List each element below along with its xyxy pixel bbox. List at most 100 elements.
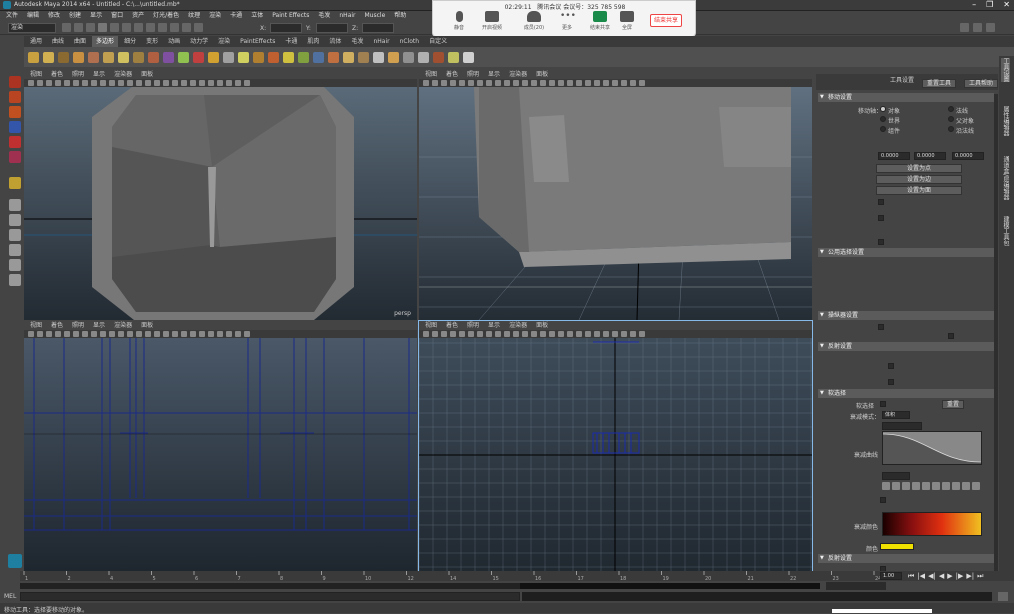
shelf-tab-7[interactable]: 动力学 [186,36,212,47]
select-hierarchy-icon[interactable] [98,23,107,32]
select-component-icon[interactable] [122,23,131,32]
play-back-icon[interactable]: ◀ [939,572,944,581]
command-input[interactable] [20,592,520,601]
axis-y-field[interactable]: 0.0000 [914,152,946,160]
radio-world[interactable] [880,116,886,122]
play-forward-icon[interactable]: ▶ [947,572,952,581]
menu-7[interactable]: 灯光/着色 [153,11,179,21]
preset-7-icon[interactable] [942,482,950,490]
more-button[interactable]: ••• 更多 [555,11,579,35]
menu-14[interactable]: nHair [339,11,355,21]
menu-13[interactable]: 毛发 [318,11,330,21]
section-reflect[interactable]: 反射设置 [818,342,994,351]
shelf-tab-14[interactable]: nHair [369,36,393,47]
shelf-tool-7-icon[interactable] [133,51,144,63]
viewport-menu-item[interactable]: 照明 [467,321,479,330]
shelf-tool-14-icon[interactable] [238,51,249,63]
set-to-point-button[interactable]: 设置为点 [876,164,962,173]
fullscreen-button[interactable]: 全屏 [615,11,639,35]
shelf-tool-17-icon[interactable] [283,51,294,63]
layout-side-icon[interactable] [9,229,21,241]
shelf-tab-1[interactable]: 曲线 [48,36,68,47]
lasso-tool-icon[interactable] [9,91,21,103]
shelf-tool-3-icon[interactable] [73,51,84,63]
radio-component[interactable] [880,126,886,132]
axis-x-field[interactable]: 0.0000 [878,152,910,160]
shelf-tool-11-icon[interactable] [193,51,204,63]
viewport-menu-item[interactable]: 面板 [141,70,153,79]
select-object-icon[interactable] [110,23,119,32]
viewport-front[interactable]: 视图 着色 照明 显示 渲染器 面板 [24,321,417,571]
preset-10-icon[interactable] [972,482,980,490]
scale-tool-icon[interactable] [9,151,21,163]
tweak-mode-checkbox[interactable] [878,215,884,221]
viewport-menu-item[interactable]: 面板 [536,70,548,79]
x-field[interactable] [270,23,302,33]
share-button[interactable]: 结束共享 [588,11,612,35]
mute-button[interactable]: 静音 [447,11,471,35]
menu-10[interactable]: 卡通 [230,11,242,21]
paint-select-icon[interactable] [9,106,21,118]
axis-z-field[interactable]: 0.0000 [952,152,984,160]
set-to-edge-button[interactable]: 设置为边 [876,175,962,184]
preset-5-icon[interactable] [922,482,930,490]
shelf-tab-2[interactable]: 曲面 [70,36,90,47]
shelf-tab-0[interactable]: 通用 [26,36,46,47]
viewport-menu-item[interactable]: 照明 [467,70,479,79]
radio-normal[interactable] [948,116,954,122]
side-tab-modeling-toolkit[interactable]: 建模工具包 [1001,216,1010,246]
shelf-tool-8-icon[interactable] [148,51,159,63]
z-field[interactable] [362,23,394,33]
shelf-tool-21-icon[interactable] [343,51,354,63]
minimize-icon[interactable]: – [972,0,976,11]
last-tool-icon[interactable] [9,177,21,189]
shelf-tool-25-icon[interactable] [403,51,414,63]
viewport-persp-1[interactable]: 视图 着色 照明 显示 渲染器 面板 persp [24,70,417,320]
step-back-key-icon[interactable]: |◀ [917,572,925,581]
shelf-tool-4-icon[interactable] [88,51,99,63]
ramp-color-swatch[interactable] [880,543,914,550]
reflect-x-checkbox[interactable] [888,363,894,369]
shelf-tool-23-icon[interactable] [373,51,384,63]
step-forward-icon[interactable]: |▶ [956,572,964,581]
range-track-right[interactable] [520,583,820,589]
script-editor-icon[interactable] [998,592,1008,601]
snap-curve-icon[interactable] [146,23,155,32]
reset-tool-button[interactable]: 重置工具 [922,79,956,88]
current-time-field[interactable]: 1.00 [880,572,902,580]
shelf-tool-2-icon[interactable] [58,51,69,63]
menu-6[interactable]: 资产 [132,11,144,21]
menu-3[interactable]: 创建 [69,11,81,21]
reflect-y-checkbox[interactable] [888,379,894,385]
radio-along-normal[interactable] [948,126,954,132]
shelf-tab-9[interactable]: PaintEffects [236,36,279,47]
menu-11[interactable]: 立体 [251,11,263,21]
preset-1-icon[interactable] [882,482,890,490]
preset-2-icon[interactable] [892,482,900,490]
section-common-selection[interactable]: 公用选择设置 [818,248,994,257]
open-scene-icon[interactable] [74,23,83,32]
menu-16[interactable]: 帮助 [394,11,406,21]
preset-8-icon[interactable] [952,482,960,490]
toggle-channel-box-icon[interactable] [986,23,995,32]
tool-help-button[interactable]: 工具帮助 [964,79,998,88]
viewport-menu-item[interactable]: 显示 [93,70,105,79]
side-tab-tool-settings[interactable]: 工具设置 [1001,58,1010,82]
close-icon[interactable]: ✕ [1003,0,1010,11]
viewport-menu-item[interactable]: 着色 [446,70,458,79]
layout-hypershade-icon[interactable] [9,274,21,286]
section-manipulator[interactable]: 操纵器设置 [818,311,994,320]
render-icon[interactable] [170,23,179,32]
menu-9[interactable]: 渲染 [209,11,221,21]
viewport-menu-item[interactable]: 视图 [425,70,437,79]
preset-9-icon[interactable] [962,482,970,490]
viewport-persp-2[interactable]: 视图 着色 照明 显示 渲染器 面板 [419,70,812,320]
go-start-icon[interactable]: ⏮ [908,572,914,581]
viewport-menu-item[interactable]: 渲染器 [509,70,527,79]
viewport-menu-item[interactable]: 显示 [93,321,105,330]
preserve-uv-checkbox[interactable] [878,324,884,330]
viewport-menu-item[interactable]: 面板 [141,321,153,330]
ipr-render-icon[interactable] [182,23,191,32]
layout-single-icon[interactable] [9,199,21,211]
viewport-menu-item[interactable]: 照明 [72,70,84,79]
